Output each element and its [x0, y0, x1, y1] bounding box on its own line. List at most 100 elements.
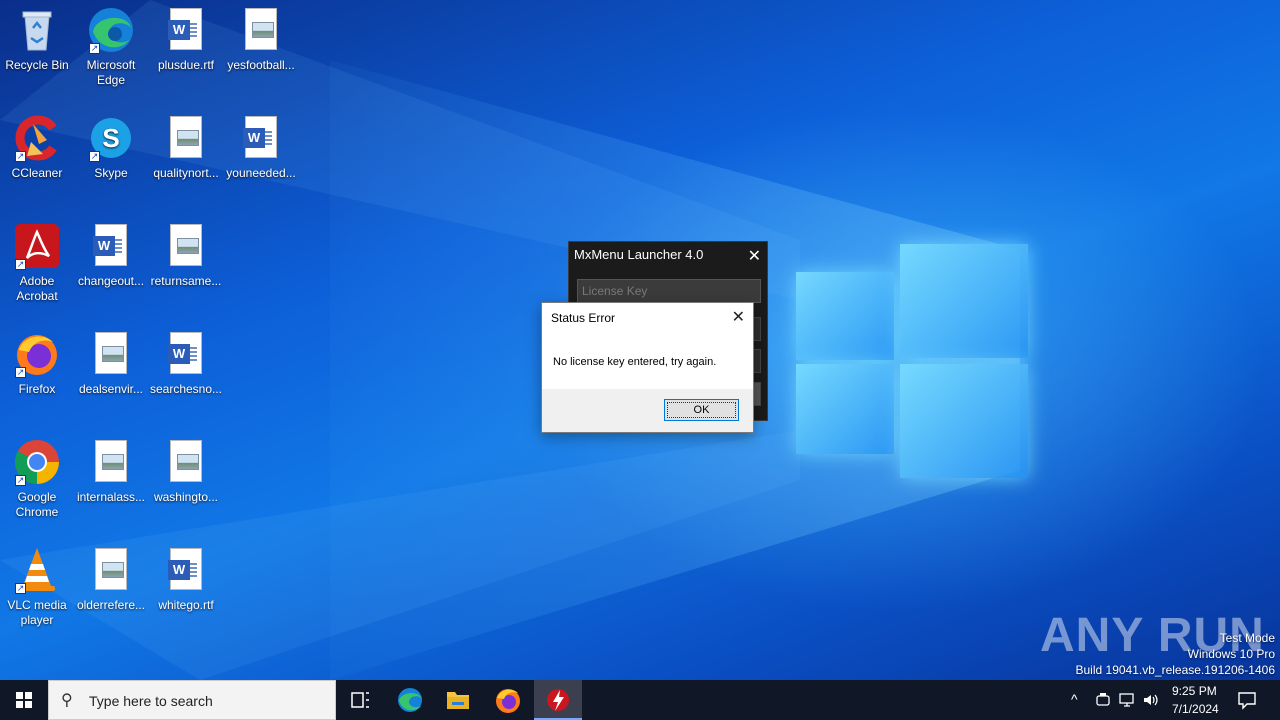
clock-time[interactable]: 9:25 PM — [1172, 684, 1217, 698]
desktop-icon-label: CCleaner — [11, 166, 63, 180]
word-doc-icon: W — [162, 330, 210, 378]
desktop-icon-label: internalass... — [76, 490, 146, 504]
vlc-icon: ↗ — [13, 546, 61, 594]
desktop-icon-olderrefere[interactable]: olderrefere... — [74, 546, 148, 613]
shortcut-arrow-icon: ↗ — [89, 151, 100, 162]
desktop-icon-adobe-acrobat[interactable]: ↗ Adobe Acrobat — [0, 222, 74, 304]
recycle-bin-icon — [13, 6, 61, 54]
taskbar-search-box[interactable]: ⚲ Type here to search — [48, 680, 336, 720]
desktop-icon-qualitynort[interactable]: qualitynort... — [149, 114, 223, 181]
acrobat-icon: ↗ — [13, 222, 61, 270]
desktop-icon-label: yesfootball... — [227, 58, 295, 72]
launcher-app-icon — [547, 689, 569, 711]
desktop-icon-label: Firefox — [18, 382, 56, 396]
dialog-close-button[interactable]: ✕ — [732, 307, 745, 327]
build-text: Build 19041.vb_release.191206-1406 — [1075, 663, 1276, 677]
desktop-icon-recycle-bin[interactable]: Recycle Bin — [0, 6, 74, 73]
desktop-icon-ccleaner[interactable]: ↗ CCleaner — [0, 114, 74, 181]
search-placeholder: Type here to search — [89, 693, 213, 709]
word-doc-icon: W — [162, 546, 210, 594]
dialog-title: Status Error — [551, 311, 616, 325]
launcher-close-button[interactable]: ✕ — [748, 246, 761, 265]
tray-chevron-icon[interactable]: ^ — [1071, 691, 1078, 707]
status-error-dialog: Status Error ✕ No license key entered, t… — [541, 302, 754, 433]
shortcut-arrow-icon: ↗ — [15, 583, 26, 594]
image-file-icon — [237, 6, 285, 54]
ccleaner-icon: ↗ — [13, 114, 61, 162]
edge-icon: ↗ — [87, 6, 135, 54]
desktop-icon-washingto[interactable]: washingto... — [149, 438, 223, 505]
volume-icon[interactable] — [1142, 691, 1160, 709]
desktop-icon-label: searchesno... — [149, 382, 223, 396]
desktop-icon-label: Adobe Acrobat — [16, 274, 58, 303]
shortcut-arrow-icon: ↗ — [89, 43, 100, 54]
word-doc-icon: W — [237, 114, 285, 162]
taskbar-launcher-button[interactable] — [534, 680, 582, 720]
desktop-icon-label: Skype — [94, 166, 128, 180]
search-icon: ⚲ — [61, 692, 73, 709]
desktop-icon-firefox[interactable]: ↗ Firefox — [0, 330, 74, 397]
image-file-icon — [162, 114, 210, 162]
start-button[interactable] — [0, 680, 48, 720]
taskbar-firefox-button[interactable] — [484, 680, 532, 720]
desktop-icon-yesfootball[interactable]: yesfootball... — [224, 6, 298, 73]
desktop-icon-changeout[interactable]: W changeout... — [74, 222, 148, 289]
clock-date[interactable]: 7/1/2024 — [1172, 702, 1219, 716]
chrome-icon: ↗ — [13, 438, 61, 486]
word-doc-icon: W — [87, 222, 135, 270]
desktop-icon-label: dealsenvir... — [78, 382, 144, 396]
windows-logo-graphic — [796, 240, 1030, 480]
notifications-icon[interactable] — [1237, 690, 1257, 710]
desktop-icon-returnsame[interactable]: returnsame... — [149, 222, 223, 289]
shortcut-arrow-icon: ↗ — [15, 151, 26, 162]
desktop-icon-youneeded[interactable]: W youneeded... — [224, 114, 298, 181]
desktop-icon-plusdue[interactable]: W plusdue.rtf — [149, 6, 223, 73]
shortcut-arrow-icon: ↗ — [15, 259, 26, 270]
image-file-icon — [87, 330, 135, 378]
desktop-icon-dealsenvir[interactable]: dealsenvir... — [74, 330, 148, 397]
shortcut-arrow-icon: ↗ — [15, 367, 26, 378]
image-file-icon — [162, 222, 210, 270]
build-info: Test Mode Windows 10 Pro Build 19041.vb_… — [1076, 630, 1276, 678]
os-edition-text: Windows 10 Pro — [1187, 647, 1275, 661]
tray-app-icon[interactable] — [1094, 691, 1112, 709]
network-icon[interactable] — [1118, 691, 1136, 709]
edge-icon — [398, 688, 422, 712]
skype-icon: S ↗ — [87, 114, 135, 162]
desktop-icon-vlc[interactable]: ↗ VLC media player — [0, 546, 74, 628]
dialog-footer: OK — [542, 389, 753, 432]
firefox-icon — [496, 689, 520, 713]
shortcut-arrow-icon: ↗ — [15, 475, 26, 486]
folder-icon — [447, 692, 469, 709]
desktop-icon-searchesno[interactable]: W searchesno... — [149, 330, 223, 397]
desktop-icon-label: olderrefere... — [76, 598, 146, 612]
ok-button[interactable]: OK — [664, 399, 739, 421]
windows-start-icon — [16, 692, 32, 708]
svg-text:S: S — [102, 123, 119, 153]
launcher-title: MxMenu Launcher 4.0 — [574, 247, 704, 262]
desktop-icon-label: changeout... — [77, 274, 145, 288]
desktop-icon-label: VLC media player — [7, 598, 67, 627]
desktop-icon-label: Microsoft Edge — [86, 58, 136, 87]
firefox-icon: ↗ — [13, 330, 61, 378]
desktop-icon-label: washingto... — [153, 490, 219, 504]
task-view-icon — [351, 692, 369, 708]
desktop-icon-internalass[interactable]: internalass... — [74, 438, 148, 505]
taskbar-file-explorer-button[interactable] — [434, 680, 482, 720]
desktop-icon-label: youneeded... — [226, 166, 296, 180]
desktop-icon-skype[interactable]: S ↗ Skype — [74, 114, 148, 181]
dialog-message: No license key entered, try again. — [553, 356, 717, 368]
desktop-icon-edge[interactable]: ↗ Microsoft Edge — [74, 6, 148, 88]
desktop-icon-label: whitego.rtf — [158, 598, 214, 612]
desktop-icon-google-chrome[interactable]: ↗ Google Chrome — [0, 438, 74, 520]
desktop-icon-whitego[interactable]: W whitego.rtf — [149, 546, 223, 613]
license-key-input[interactable]: License Key — [577, 279, 761, 303]
taskbar: ⚲ Type here to search ^ 9:25 PM 7/1/2024 — [0, 680, 1280, 720]
desktop-icon-label: qualitynort... — [153, 166, 219, 180]
image-file-icon — [162, 438, 210, 486]
word-doc-icon: W — [162, 6, 210, 54]
task-view-button[interactable] — [336, 680, 384, 720]
taskbar-edge-button[interactable] — [386, 680, 434, 720]
desktop-icon-label: returnsame... — [150, 274, 222, 288]
desktop-icon-label: plusdue.rtf — [157, 58, 215, 72]
